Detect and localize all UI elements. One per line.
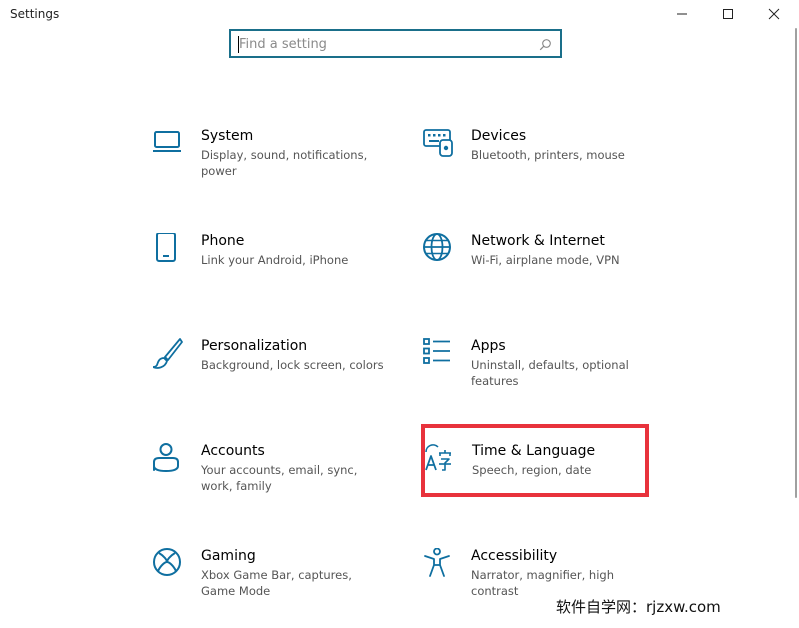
person-icon: [153, 443, 187, 477]
scrollbar[interactable]: [795, 28, 797, 498]
search-input[interactable]: [239, 35, 529, 54]
category-devices[interactable]: Devices Bluetooth, printers, mouse: [423, 128, 673, 208]
accessibility-icon: [423, 548, 457, 582]
category-description: Uninstall, defaults, optional features: [471, 358, 629, 388]
close-button[interactable]: [751, 0, 797, 28]
minimize-button[interactable]: [659, 0, 705, 28]
keyboard-devices-icon: [423, 128, 457, 162]
title-bar: Settings: [0, 0, 799, 28]
maximize-button[interactable]: [705, 0, 751, 28]
globe-icon: [423, 233, 457, 267]
highlight-box: [421, 424, 649, 497]
category-description: Narrator, magnifier, high contrast: [471, 568, 614, 598]
category-network-internet[interactable]: Network & Internet Wi-Fi, airplane mode,…: [423, 233, 673, 313]
category-description: Display, sound, notifications, power: [201, 148, 368, 178]
category-title: Devices: [471, 128, 527, 144]
category-title: Phone: [201, 233, 245, 249]
category-description: Link your Android, iPhone: [201, 253, 349, 267]
category-personalization[interactable]: Personalization Background, lock screen,…: [153, 338, 403, 418]
app-title: Settings: [10, 7, 60, 21]
category-title: Accounts: [201, 443, 265, 459]
category-title: Gaming: [201, 548, 256, 564]
category-phone[interactable]: Phone Link your Android, iPhone: [153, 233, 403, 313]
category-apps[interactable]: Apps Uninstall, defaults, optional featu…: [423, 338, 673, 418]
category-description: Wi-Fi, airplane mode, VPN: [471, 253, 620, 267]
brush-icon: [153, 338, 187, 372]
maximize-icon: [723, 9, 733, 19]
category-title: System: [201, 128, 254, 144]
category-gaming[interactable]: Gaming Xbox Game Bar, captures, Game Mod…: [153, 548, 403, 628]
phone-icon: [153, 233, 187, 267]
category-title: Accessibility: [471, 548, 558, 564]
category-accounts[interactable]: Accounts Your accounts, email, sync, wor…: [153, 443, 403, 523]
watermark-text: 软件自学网：rjzxw.com: [556, 598, 721, 616]
category-description: Your accounts, email, sync, work, family: [201, 463, 358, 493]
monitor-icon: [153, 128, 187, 162]
search-icon[interactable]: [539, 38, 552, 51]
category-system[interactable]: System Display, sound, notifications, po…: [153, 128, 403, 208]
minimize-icon: [677, 13, 687, 15]
category-description: Background, lock screen, colors: [201, 358, 384, 372]
apps-list-icon: [423, 338, 457, 372]
category-title: Personalization: [201, 338, 308, 354]
category-title: Network & Internet: [471, 233, 605, 249]
xbox-icon: [153, 548, 187, 582]
search-box[interactable]: [229, 29, 562, 58]
category-description: Bluetooth, printers, mouse: [471, 148, 625, 162]
category-description: Xbox Game Bar, captures, Game Mode: [201, 568, 352, 598]
close-icon: [768, 8, 780, 20]
category-title: Apps: [471, 338, 506, 354]
